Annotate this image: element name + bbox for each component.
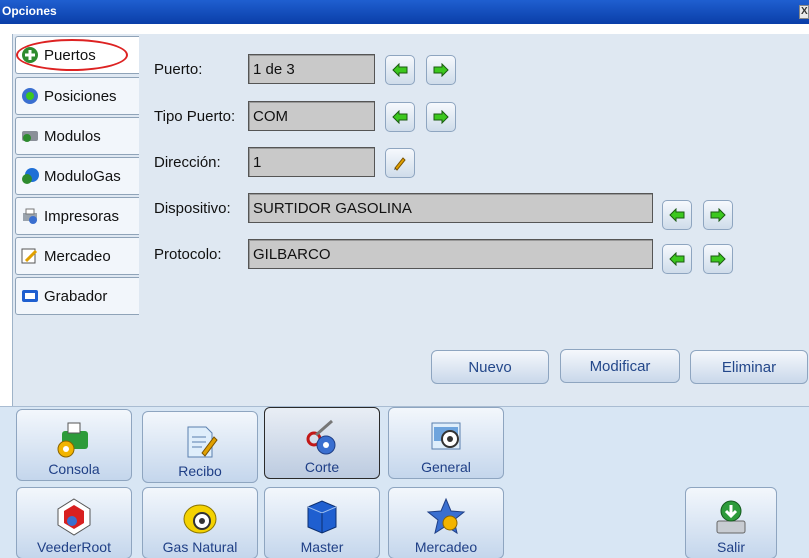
tab-label: ModuloGas bbox=[44, 167, 121, 185]
recibo-button[interactable]: Recibo bbox=[142, 411, 258, 483]
tab-grabador[interactable]: Grabador bbox=[15, 277, 141, 315]
scissors-gear-icon bbox=[306, 419, 336, 455]
title-bar: Opciones X bbox=[0, 0, 809, 24]
puerto-prev-button[interactable] bbox=[385, 55, 415, 85]
veederroot-icon bbox=[57, 498, 91, 536]
general-button[interactable]: General bbox=[388, 407, 504, 479]
protocolo-next-button[interactable] bbox=[703, 244, 733, 274]
puerto-field[interactable]: 1 de 3 bbox=[248, 54, 375, 84]
button-label: Mercadeo bbox=[414, 539, 478, 555]
pencil-icon bbox=[394, 157, 406, 171]
protocolo-prev-button[interactable] bbox=[662, 244, 692, 274]
modificar-button[interactable]: Modificar bbox=[560, 349, 680, 383]
dispositivo-next-button[interactable] bbox=[703, 200, 733, 230]
arrow-right-icon bbox=[710, 252, 726, 266]
button-label: VeederRoot bbox=[37, 539, 111, 555]
recorder-icon bbox=[22, 290, 38, 302]
protocolo-label: Protocolo: bbox=[154, 246, 222, 263]
settings-gear-icon bbox=[431, 422, 461, 450]
arrow-right-icon bbox=[433, 110, 449, 124]
arrow-left-icon bbox=[669, 252, 685, 266]
dispositivo-prev-button[interactable] bbox=[662, 200, 692, 230]
arrow-right-icon bbox=[433, 63, 449, 77]
protocolo-field[interactable]: GILBARCO bbox=[248, 239, 653, 269]
gas-module-icon bbox=[22, 168, 39, 184]
options-window: Puertos Posiciones Modulos ModuloGas Imp… bbox=[0, 24, 809, 558]
tab-label: Mercadeo bbox=[44, 247, 111, 265]
arrow-left-icon bbox=[669, 208, 685, 222]
marketing-icon bbox=[21, 248, 38, 264]
direccion-field[interactable]: 1 bbox=[248, 147, 375, 177]
gas-natural-button[interactable]: Gas Natural bbox=[142, 487, 258, 558]
button-label: Salir bbox=[716, 539, 745, 555]
puerto-label: Puerto: bbox=[154, 61, 203, 78]
tab-modulogas[interactable]: ModuloGas bbox=[15, 157, 141, 195]
direccion-label: Dirección: bbox=[154, 154, 221, 171]
master-button[interactable]: Master bbox=[264, 487, 380, 558]
puerto-next-button[interactable] bbox=[426, 55, 456, 85]
tab-mercadeo[interactable]: Mercadeo bbox=[15, 237, 141, 275]
module-toolbar: Consola Recibo Corte General VeederRoot … bbox=[0, 406, 809, 558]
tab-label: Posiciones bbox=[44, 87, 117, 105]
exit-icon bbox=[716, 500, 746, 534]
star-gear-icon bbox=[426, 497, 466, 535]
tipo-puerto-field[interactable]: COM bbox=[248, 101, 375, 131]
console-icon bbox=[57, 422, 88, 458]
button-label: General bbox=[421, 459, 471, 475]
button-label: Gas Natural bbox=[162, 539, 238, 555]
ports-panel: Puerto: 1 de 3 Tipo Puerto: COM Direcció… bbox=[139, 34, 809, 406]
mercadeo-button[interactable]: Mercadeo bbox=[388, 487, 504, 558]
tab-label: Grabador bbox=[44, 287, 108, 305]
button-label: Consola bbox=[48, 461, 100, 477]
sidebar: Puertos Posiciones Modulos ModuloGas Imp… bbox=[12, 34, 141, 406]
tab-label: Impresoras bbox=[44, 207, 120, 225]
printer-icon bbox=[23, 208, 37, 224]
window-title: Opciones bbox=[2, 4, 57, 18]
tab-puertos[interactable]: Puertos bbox=[15, 36, 141, 74]
dispositivo-field[interactable]: SURTIDOR GASOLINA bbox=[248, 193, 653, 223]
tab-impresoras[interactable]: Impresoras bbox=[15, 197, 141, 235]
corte-button[interactable]: Corte bbox=[264, 407, 380, 479]
tipo-puerto-next-button[interactable] bbox=[426, 102, 456, 132]
nuevo-button[interactable]: Nuevo bbox=[431, 350, 549, 384]
arrow-left-icon bbox=[392, 110, 408, 124]
tab-posiciones[interactable]: Posiciones bbox=[15, 77, 141, 115]
salir-button[interactable]: Salir bbox=[685, 487, 777, 558]
button-label: Corte bbox=[304, 459, 340, 475]
module-icon bbox=[22, 131, 38, 142]
veederroot-button[interactable]: VeederRoot bbox=[16, 487, 132, 558]
arrow-right-icon bbox=[710, 208, 726, 222]
button-label: Master bbox=[300, 539, 344, 555]
highlight-ring bbox=[16, 39, 128, 71]
close-button[interactable]: X bbox=[799, 5, 809, 19]
master-icon bbox=[307, 500, 337, 534]
tipo-puerto-label: Tipo Puerto: bbox=[154, 108, 236, 125]
tab-modulos[interactable]: Modulos bbox=[15, 117, 141, 155]
eliminar-button[interactable]: Eliminar bbox=[690, 350, 808, 384]
receipt-icon bbox=[187, 426, 218, 458]
button-label: Recibo bbox=[178, 463, 222, 479]
arrow-left-icon bbox=[392, 63, 408, 77]
tipo-puerto-prev-button[interactable] bbox=[385, 102, 415, 132]
dispositivo-label: Dispositivo: bbox=[154, 200, 231, 217]
positions-icon bbox=[22, 88, 38, 104]
gas-natural-icon bbox=[183, 504, 217, 534]
tab-label: Modulos bbox=[44, 127, 101, 145]
consola-button[interactable]: Consola bbox=[16, 409, 132, 481]
edit-direccion-button[interactable] bbox=[385, 148, 415, 178]
